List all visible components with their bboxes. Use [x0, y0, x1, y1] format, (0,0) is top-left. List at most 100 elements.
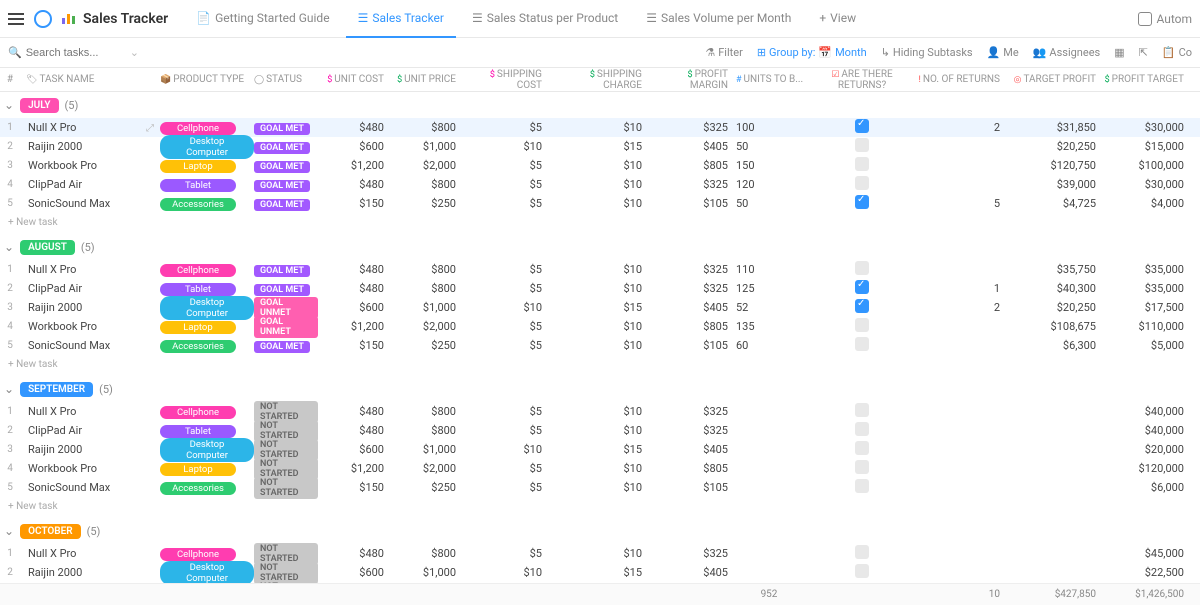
- profit-margin-cell[interactable]: $325: [650, 405, 736, 418]
- col-status[interactable]: ◯STATUS: [254, 74, 318, 85]
- product-type-cell[interactable]: Cellphone: [160, 405, 254, 419]
- task-name-cell[interactable]: SonicSound Max: [20, 481, 160, 494]
- task-name-cell[interactable]: ClipPad Air: [20, 178, 160, 191]
- profit-target-cell[interactable]: $6,000: [1104, 481, 1192, 494]
- product-type-cell[interactable]: Cellphone: [160, 547, 254, 561]
- returns-cell[interactable]: [810, 564, 914, 581]
- product-type-cell[interactable]: Tablet: [160, 178, 254, 192]
- profit-margin-cell[interactable]: $325: [650, 121, 736, 134]
- shipping-cost-cell[interactable]: $5: [464, 462, 550, 475]
- table-row[interactable]: 3 Raijin 2000 Desktop Computer GOAL UNME…: [0, 298, 1200, 317]
- returns-cell[interactable]: [810, 157, 914, 174]
- unit-price-cell[interactable]: $800: [392, 405, 464, 418]
- unit-price-cell[interactable]: $800: [392, 282, 464, 295]
- unit-price-cell[interactable]: $1,000: [392, 140, 464, 153]
- shipping-cost-cell[interactable]: $5: [464, 320, 550, 333]
- status-cell[interactable]: GOAL UNMET: [254, 316, 318, 338]
- shipping-cost-cell[interactable]: $5: [464, 121, 550, 134]
- task-name-cell[interactable]: ClipPad Air: [20, 282, 160, 295]
- assignees-button[interactable]: 👥Assignees: [1033, 46, 1101, 59]
- unit-cost-cell[interactable]: $150: [318, 197, 392, 210]
- col-unit-price[interactable]: $UNIT PRICE: [392, 74, 464, 85]
- status-cell[interactable]: GOAL MET: [254, 121, 318, 135]
- profit-target-cell[interactable]: $22,500: [1104, 566, 1192, 579]
- product-type-cell[interactable]: Accessories: [160, 481, 254, 495]
- table-row[interactable]: 4 Workbook Pro Laptop GOAL UNMET $1,200 …: [0, 317, 1200, 336]
- product-type-cell[interactable]: Cellphone: [160, 263, 254, 277]
- profit-margin-cell[interactable]: $325: [650, 282, 736, 295]
- checkbox-icon[interactable]: [855, 479, 869, 493]
- status-cell[interactable]: GOAL MET: [254, 159, 318, 173]
- task-name-cell[interactable]: Workbook Pro: [20, 320, 160, 333]
- collapse-icon[interactable]: ⇱: [1139, 46, 1148, 59]
- table-row[interactable]: 1 Null X Pro Cellphone NOT STARTED $480 …: [0, 402, 1200, 421]
- unit-cost-cell[interactable]: $1,200: [318, 159, 392, 172]
- table-row[interactable]: 5 SonicSound Max Accessories NOT STARTED…: [0, 478, 1200, 497]
- returns-cell[interactable]: [810, 337, 914, 354]
- profit-target-cell[interactable]: $100,000: [1104, 159, 1192, 172]
- product-type-cell[interactable]: Laptop: [160, 462, 254, 476]
- profit-target-cell[interactable]: $4,000: [1104, 197, 1192, 210]
- unit-cost-cell[interactable]: $600: [318, 566, 392, 579]
- unit-price-cell[interactable]: $800: [392, 178, 464, 191]
- shipping-cost-cell[interactable]: $5: [464, 339, 550, 352]
- unit-price-cell[interactable]: $250: [392, 481, 464, 494]
- filter-button[interactable]: ⚗Filter: [705, 46, 742, 59]
- shipping-charge-cell[interactable]: $10: [550, 339, 650, 352]
- table-row[interactable]: 1 Null X Pro Cellphone GOAL MET $480 $80…: [0, 260, 1200, 279]
- month-pill[interactable]: OCTOBER: [20, 524, 81, 539]
- unit-price-cell[interactable]: $1,000: [392, 443, 464, 456]
- units-cell[interactable]: 120: [736, 178, 810, 191]
- shipping-cost-cell[interactable]: $5: [464, 263, 550, 276]
- units-cell[interactable]: 50: [736, 140, 810, 153]
- product-type-cell[interactable]: Accessories: [160, 197, 254, 211]
- checkbox-icon[interactable]: [855, 176, 869, 190]
- col-profit-target[interactable]: $PROFIT TARGET: [1104, 74, 1192, 85]
- checkbox-icon[interactable]: [855, 441, 869, 455]
- tab-getting-started[interactable]: 📄Getting Started Guide: [184, 0, 341, 38]
- shipping-charge-cell[interactable]: $10: [550, 547, 650, 560]
- status-cell[interactable]: GOAL MET: [254, 178, 318, 192]
- shipping-cost-cell[interactable]: $5: [464, 159, 550, 172]
- shipping-cost-cell[interactable]: $5: [464, 405, 550, 418]
- unit-cost-cell[interactable]: $480: [318, 424, 392, 437]
- target-profit-cell[interactable]: $39,000: [1008, 178, 1104, 191]
- unit-cost-cell[interactable]: $600: [318, 443, 392, 456]
- profit-target-cell[interactable]: $15,000: [1104, 140, 1192, 153]
- shipping-charge-cell[interactable]: $10: [550, 282, 650, 295]
- col-taskname[interactable]: 🏷TASK NAME: [20, 74, 160, 85]
- shipping-charge-cell[interactable]: $10: [550, 197, 650, 210]
- add-view-button[interactable]: +View: [807, 0, 868, 38]
- target-profit-cell[interactable]: $31,850: [1008, 121, 1104, 134]
- col-shipping-cost[interactable]: $SHIPPING COST: [464, 69, 550, 91]
- returns-cell[interactable]: [810, 119, 914, 136]
- search-input[interactable]: [26, 47, 126, 59]
- col-units[interactable]: #UNITS TO B...: [736, 74, 810, 85]
- task-name-cell[interactable]: Null X Pro: [20, 405, 160, 418]
- units-cell[interactable]: 50: [736, 197, 810, 210]
- shipping-charge-cell[interactable]: $10: [550, 121, 650, 134]
- checkbox-icon[interactable]: [855, 422, 869, 436]
- unit-price-cell[interactable]: $250: [392, 197, 464, 210]
- profit-margin-cell[interactable]: $805: [650, 159, 736, 172]
- shipping-cost-cell[interactable]: $5: [464, 481, 550, 494]
- shipping-cost-cell[interactable]: $10: [464, 140, 550, 153]
- table-row[interactable]: 4 ClipPad Air Tablet GOAL MET $480 $800 …: [0, 175, 1200, 194]
- shipping-charge-cell[interactable]: $10: [550, 481, 650, 494]
- status-cell[interactable]: GOAL MET: [254, 263, 318, 277]
- unit-cost-cell[interactable]: $480: [318, 178, 392, 191]
- task-name-cell[interactable]: SonicSound Max: [20, 197, 160, 210]
- product-type-cell[interactable]: Tablet: [160, 424, 254, 438]
- target-profit-cell[interactable]: $20,250: [1008, 301, 1104, 314]
- num-returns-cell[interactable]: 2: [914, 301, 1008, 314]
- task-name-cell[interactable]: Workbook Pro: [20, 159, 160, 172]
- target-profit-cell[interactable]: $40,300: [1008, 282, 1104, 295]
- unit-cost-cell[interactable]: $1,200: [318, 462, 392, 475]
- returns-cell[interactable]: [810, 545, 914, 562]
- table-row[interactable]: 4 Workbook Pro Laptop NOT STARTED $1,200…: [0, 459, 1200, 478]
- col-shipping-charge[interactable]: $SHIPPING CHARGE: [550, 69, 650, 91]
- status-cell[interactable]: GOAL MET: [254, 282, 318, 296]
- shipping-charge-cell[interactable]: $10: [550, 263, 650, 276]
- groupby-button[interactable]: ⊞Group by: 📅Month: [757, 46, 867, 59]
- month-pill[interactable]: AUGUST: [20, 240, 75, 255]
